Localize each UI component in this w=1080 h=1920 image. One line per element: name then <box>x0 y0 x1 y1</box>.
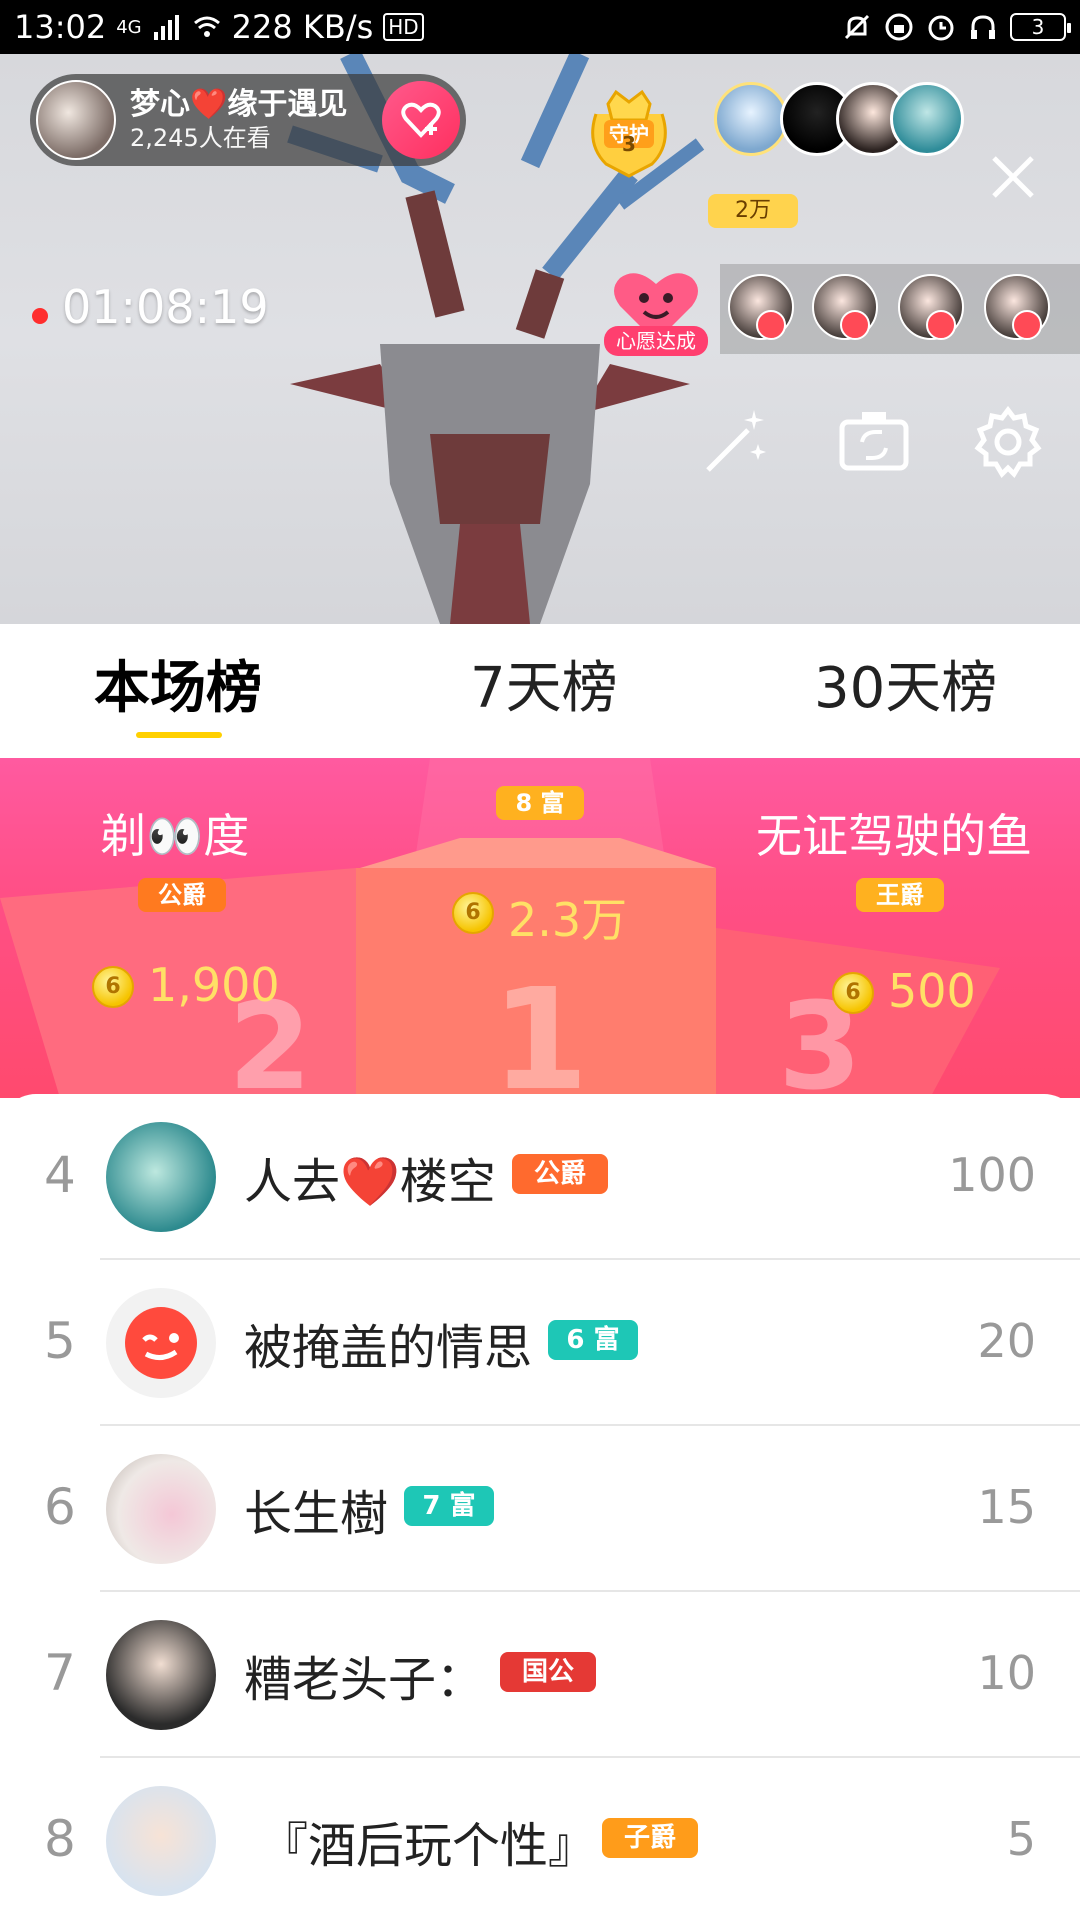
status-bar: 13:02 4G 228 KB/s HD 3 <box>0 0 1080 54</box>
user-score: 20 <box>977 1314 1036 1368</box>
network-speed: 228 KB/s <box>231 8 374 46</box>
seat-icon-2 <box>840 310 870 340</box>
ranking-list: 4 人去❤️楼空 公爵 100 5 被掩盖的情思 6 富 20 6 长生樹 7 … <box>0 1094 1080 1920</box>
magic-wand-icon[interactable] <box>698 404 774 480</box>
user-avatar[interactable] <box>106 1620 216 1730</box>
user-name[interactable]: 被掩盖的情思 <box>244 1308 532 1378</box>
rank-number: 5 <box>44 1312 76 1370</box>
user-title-badge: 子爵 <box>602 1818 698 1858</box>
first-coin-icon: 6 <box>452 892 494 934</box>
signal-icon <box>153 15 179 40</box>
wink-face-icon <box>125 1307 197 1379</box>
podium-top3: 2 1 3 8 富 6 2.3万 剃👀度 公爵 6 1,900 无证驾驶的鱼 王… <box>0 758 1080 1098</box>
active-tab-underline <box>136 732 222 738</box>
follow-button[interactable] <box>382 81 460 159</box>
live-stream-view: 梦心❤️缘于遇见 2,245人在看 守护 3 2万 01:08:19 心愿达成 <box>0 54 1080 624</box>
live-timer: 01:08:19 <box>62 280 269 334</box>
heart-plus-icon <box>401 102 441 138</box>
user-title-badge: 7 富 <box>404 1486 494 1526</box>
seat-icon-1 <box>756 310 786 340</box>
user-title-badge: 国公 <box>500 1652 596 1692</box>
recording-dot <box>32 308 48 324</box>
guard-count: 3 <box>622 132 636 156</box>
first-value: 2.3万 <box>508 893 628 947</box>
headphones-icon <box>971 15 995 39</box>
host-card[interactable]: 梦心❤️缘于遇见 2,245人在看 <box>30 74 466 166</box>
host-name: 梦心❤️缘于遇见 <box>130 87 348 122</box>
user-title-badge: 公爵 <box>512 1154 608 1194</box>
top-viewer-avatar-1[interactable] <box>714 82 788 156</box>
ranking-row-6[interactable]: 6 长生樹 7 富 15 <box>0 1426 1080 1592</box>
contribution-tag: 2万 <box>708 194 798 228</box>
second-value: 1,900 <box>148 958 280 1012</box>
ranking-row-7[interactable]: 7 糟老头子： 国公 10 <box>0 1592 1080 1758</box>
first-place-badge: 8 富 <box>496 786 584 820</box>
third-title-badge: 王爵 <box>856 878 944 912</box>
alarm-icon <box>928 15 954 41</box>
wifi-icon <box>193 16 220 37</box>
user-score: 15 <box>977 1480 1036 1534</box>
third-coin-icon: 6 <box>832 972 874 1014</box>
network-label: 4G <box>116 16 142 38</box>
user-name[interactable]: 『酒后玩个性』 <box>260 1806 596 1876</box>
rank-number: 7 <box>44 1644 76 1702</box>
user-avatar[interactable] <box>106 1288 216 1398</box>
close-icon[interactable] <box>990 154 1036 200</box>
wish-label: 心愿达成 <box>604 326 708 356</box>
status-time: 13:02 <box>14 8 107 46</box>
seat-icon-4 <box>1012 310 1042 340</box>
second-title-badge: 公爵 <box>138 878 226 912</box>
user-title-badge: 6 富 <box>548 1320 638 1360</box>
user-name[interactable]: 长生樹 <box>244 1474 388 1544</box>
hd-icon: HD <box>383 13 424 41</box>
mute-icon <box>844 14 870 40</box>
rank-number: 6 <box>44 1478 76 1536</box>
user-avatar[interactable] <box>106 1454 216 1564</box>
settings-gear-icon[interactable] <box>970 404 1046 480</box>
host-avatar[interactable] <box>36 80 116 160</box>
ranking-row-5[interactable]: 5 被掩盖的情思 6 富 20 <box>0 1260 1080 1426</box>
ranking-row-4[interactable]: 4 人去❤️楼空 公爵 100 <box>0 1094 1080 1260</box>
user-score: 5 <box>1006 1812 1036 1866</box>
tab-7-days[interactable]: 7天榜 <box>470 654 618 724</box>
tab-this-session[interactable]: 本场榜 <box>94 654 262 724</box>
third-value: 500 <box>888 964 976 1018</box>
viewer-count: 2,245人在看 <box>130 124 271 152</box>
seat-icon-3 <box>926 310 956 340</box>
rank-number: 4 <box>44 1146 76 1204</box>
second-coin-icon: 6 <box>92 966 134 1008</box>
user-name[interactable]: 人去❤️楼空 <box>244 1142 496 1212</box>
third-name[interactable]: 无证驾驶的鱼 <box>756 800 1032 866</box>
user-avatar[interactable] <box>106 1122 216 1232</box>
user-score: 10 <box>977 1646 1036 1700</box>
user-name[interactable]: 糟老头子： <box>244 1640 484 1710</box>
battery-level: 3 <box>1031 15 1045 39</box>
switch-camera-icon[interactable] <box>836 404 912 480</box>
ranking-row-8[interactable]: 8 『酒后玩个性』 子爵 5 <box>0 1758 1080 1920</box>
battery-icon: 3 <box>1010 13 1071 41</box>
rank-number: 8 <box>44 1810 76 1868</box>
svg-text:1: 1 <box>491 959 588 1098</box>
user-avatar[interactable] <box>106 1786 216 1896</box>
tab-30-days[interactable]: 30天榜 <box>814 654 997 724</box>
second-name[interactable]: 剃👀度 <box>100 800 249 866</box>
user-score: 100 <box>948 1148 1036 1202</box>
lock-rotation-icon <box>885 13 913 41</box>
leaderboard-tabs: 本场榜 7天榜 30天榜 <box>0 624 1080 758</box>
top-viewer-avatar-4[interactable] <box>890 82 964 156</box>
